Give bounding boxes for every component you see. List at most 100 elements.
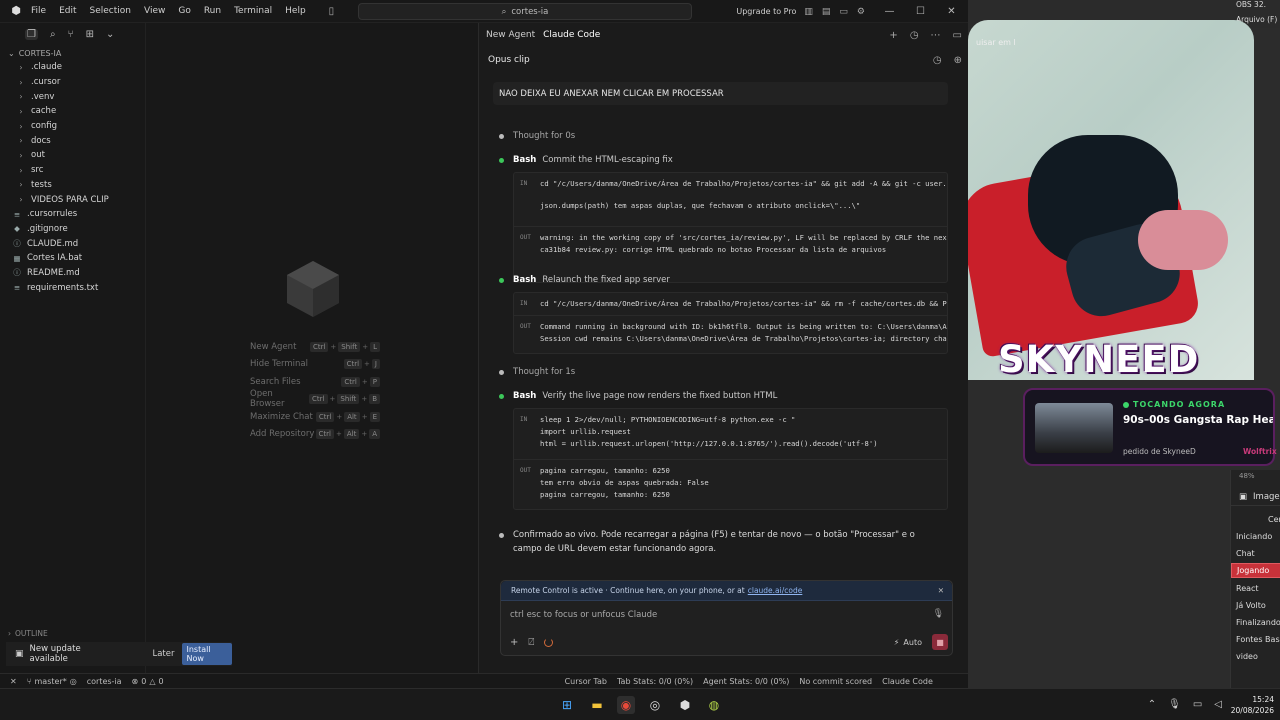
taskbar-clock[interactable]: 15:24 20/08/2026 [1231, 694, 1274, 716]
plus-icon[interactable]: + [889, 30, 897, 41]
chevron-up-icon[interactable]: ⌃ [1148, 699, 1156, 710]
menu-edit[interactable]: Edit [59, 6, 76, 16]
more-icon[interactable]: ⋯ [931, 30, 941, 41]
tree-folder[interactable]: › out [0, 148, 145, 163]
scene-item[interactable]: React [1231, 581, 1280, 596]
explorer-icon[interactable]: ❐ [25, 28, 38, 40]
tree-file[interactable]: ⓘ CLAUDE.md [0, 236, 145, 251]
project-indicator[interactable]: cortes-ia [87, 677, 122, 686]
mode-selector[interactable]: ⚡ Auto [894, 638, 922, 647]
history-icon[interactable]: ◷ [910, 30, 919, 41]
install-now-button[interactable]: Install Now [182, 643, 232, 665]
chat-icon[interactable]: ▤ [822, 7, 831, 17]
branch-indicator[interactable]: ⑂ master* ◎ [27, 677, 77, 686]
later-button[interactable]: Later [152, 649, 174, 659]
tree-folder[interactable]: › src [0, 163, 145, 178]
tree-file[interactable]: ◆ .gitignore [0, 222, 145, 237]
cursor-tab-status[interactable]: Cursor Tab [565, 677, 607, 686]
tree-file[interactable]: ⓘ README.md [0, 266, 145, 281]
bash-step-verify[interactable]: Bash Verify the live page now renders th… [499, 391, 777, 401]
shortcut-item[interactable]: New Agent Ctrl + Shift + L [250, 338, 380, 356]
tree-folder[interactable]: › tests [0, 178, 145, 193]
scene-item[interactable]: Finalizando [1231, 615, 1280, 630]
scene-item[interactable]: Jogando [1231, 563, 1280, 579]
tree-folder[interactable]: › .cursor [0, 75, 145, 90]
shortcut-keys: Ctrl + P [341, 376, 380, 387]
tree-folder[interactable]: › docs [0, 133, 145, 148]
menu-help[interactable]: Help [285, 6, 306, 16]
tree-folder[interactable]: › .venv [0, 89, 145, 104]
outline-section[interactable]: › OUTLINE [8, 629, 48, 638]
commit-status[interactable]: No commit scored [799, 677, 872, 686]
new-chat-icon[interactable]: ⊕ [954, 55, 962, 66]
extensions-icon[interactable]: ⊞ [86, 29, 94, 40]
toggle-sidebar-icon[interactable]: ▯ [329, 6, 335, 17]
menu-view[interactable]: View [144, 6, 165, 16]
close-icon[interactable]: ✕ [938, 586, 944, 595]
scene-item[interactable]: Fontes Base [1231, 632, 1280, 647]
windows-start-icon[interactable]: ⊞ [558, 696, 576, 714]
tab-stats[interactable]: Tab Stats: 0/0 (0%) [617, 677, 693, 686]
bash-step-commit[interactable]: Bash Commit the HTML-escaping fix [499, 155, 673, 165]
scene-item[interactable]: video [1231, 649, 1280, 664]
close-button[interactable]: ✕ [936, 6, 967, 17]
microphone-icon[interactable]: 🎙 [1168, 699, 1181, 710]
display-icon[interactable]: ▭ [1193, 699, 1202, 710]
maximize-button[interactable]: ☐ [905, 6, 936, 17]
tree-folder[interactable]: › VIDEOS PARA CLIP [0, 192, 145, 207]
claude-code-status[interactable]: Claude Code [882, 677, 933, 686]
tree-folder[interactable]: › .claude [0, 60, 145, 75]
thought-step[interactable]: Thought for 1s [499, 367, 575, 377]
stop-button[interactable]: ■ [932, 634, 948, 650]
tab-claude-code[interactable]: Claude Code [543, 30, 600, 40]
tree-file[interactable]: ▦ Cortes IA.bat [0, 251, 145, 266]
chrome-icon[interactable]: ◉ [617, 696, 635, 714]
tab-new-agent[interactable]: New Agent [486, 30, 535, 40]
agent-stats[interactable]: Agent Stats: 0/0 (0%) [703, 677, 789, 686]
shortcut-item[interactable]: Open Browser Ctrl + Shift + B [250, 389, 380, 409]
slash-command-icon[interactable]: ⍁ [528, 637, 534, 648]
thought-step[interactable]: Thought for 0s [499, 131, 575, 141]
tree-folder[interactable]: › config [0, 119, 145, 134]
panel-icon[interactable]: ▭ [839, 7, 848, 17]
source-control-icon[interactable]: ⑂ [68, 29, 74, 40]
chevron-down-icon[interactable]: ⌄ [106, 29, 114, 40]
volume-icon[interactable]: ◁ [1214, 699, 1222, 710]
shortcut-item[interactable]: Hide Terminal Ctrl + J [250, 356, 380, 374]
layout-icon[interactable]: ▥ [804, 7, 813, 17]
tree-file[interactable]: ≡ requirements.txt [0, 280, 145, 295]
shortcut-item[interactable]: Search Files Ctrl + P [250, 373, 380, 391]
menu-run[interactable]: Run [204, 6, 221, 16]
obs-icon[interactable]: ◎ [646, 696, 664, 714]
history-icon[interactable]: ◷ [933, 55, 942, 66]
menu-file[interactable]: File [31, 6, 46, 16]
menu-selection[interactable]: Selection [90, 6, 131, 16]
tree-file[interactable]: ≡ .cursorrules [0, 207, 145, 222]
panel-toggle-icon[interactable]: ▭ [953, 30, 962, 41]
menu-go[interactable]: Go [178, 6, 190, 16]
add-context-icon[interactable]: + [510, 637, 518, 648]
scene-item[interactable]: Iniciando [1231, 529, 1280, 544]
problems-indicator[interactable]: ⊗ 0 △ 0 [132, 677, 164, 686]
minimize-button[interactable]: — [874, 6, 905, 17]
remote-icon[interactable]: ✕ [10, 677, 17, 686]
project-header[interactable]: ⌄ CORTES-IA [8, 49, 145, 58]
settings-icon[interactable]: ⚙ [857, 7, 865, 17]
cursor-app-icon[interactable]: ⬢ [676, 696, 694, 714]
remote-link[interactable]: claude.ai/code [748, 586, 803, 595]
file-explorer-icon[interactable]: ▬ [588, 696, 606, 714]
panel-header[interactable]: ▣ Image [1231, 488, 1280, 506]
shortcut-item[interactable]: Add Repository Ctrl + Alt + A [250, 426, 380, 444]
shortcut-item[interactable]: Maximize Chat Ctrl + Alt + E [250, 408, 380, 426]
app-icon[interactable]: ◍ [705, 696, 723, 714]
scene-item[interactable]: Já Volto [1231, 598, 1280, 613]
bash-step-relaunch[interactable]: Bash Relaunch the fixed app server [499, 275, 670, 285]
microphone-icon[interactable]: 🎙 [933, 609, 944, 619]
menu-terminal[interactable]: Terminal [234, 6, 272, 16]
search-sidebar-icon[interactable]: ⌕ [50, 29, 56, 40]
tree-folder[interactable]: › cache [0, 104, 145, 119]
upgrade-button[interactable]: Upgrade to Pro [736, 7, 796, 16]
scene-item[interactable]: Chat [1231, 546, 1280, 561]
command-search[interactable]: ⌕ cortes-ia [358, 3, 692, 20]
chat-input[interactable]: ctrl esc to focus or unfocus Claude [510, 610, 657, 620]
